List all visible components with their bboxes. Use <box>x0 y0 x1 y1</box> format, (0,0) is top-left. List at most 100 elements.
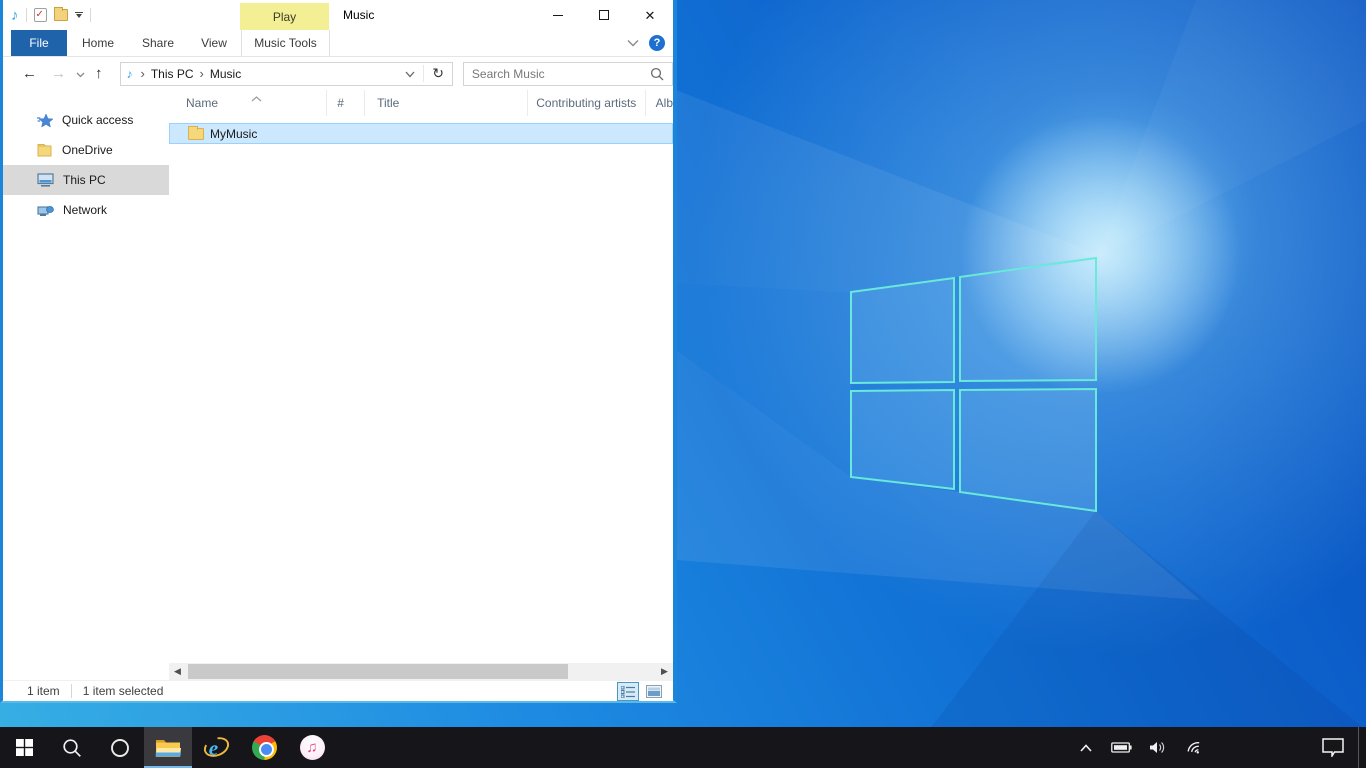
column-label: Name <box>186 96 218 110</box>
sidebar-item-label: OneDrive <box>62 143 113 157</box>
chrome-button[interactable] <box>240 727 288 768</box>
properties-button[interactable] <box>34 8 47 22</box>
file-list-pane: Name # Title Contributing artists <box>169 90 673 680</box>
cortana-button[interactable] <box>96 727 144 768</box>
tab-music-tools[interactable]: Music Tools <box>241 30 330 56</box>
address-dropdown-chevron-icon[interactable] <box>397 67 423 81</box>
details-view-icon <box>621 686 635 698</box>
caption-buttons: ✕ <box>535 0 673 30</box>
breadcrumb-chevron-icon[interactable]: › <box>135 66 151 81</box>
divider <box>26 8 27 22</box>
internet-explorer-button[interactable]: e <box>192 727 240 768</box>
new-folder-button[interactable] <box>54 9 68 21</box>
details-view-button[interactable] <box>617 682 639 701</box>
up-button[interactable]: ↑ <box>88 66 110 81</box>
close-button[interactable]: ✕ <box>627 0 673 30</box>
sidebar-item-onedrive[interactable]: OneDrive <box>3 135 169 165</box>
divider <box>71 684 72 698</box>
column-label: Alb <box>656 96 673 110</box>
column-header-number[interactable]: # <box>327 90 365 116</box>
scroll-left-arrow[interactable]: ◀ <box>169 663 186 680</box>
itunes-icon: ♫ <box>300 735 325 760</box>
navigation-bar: ← → ↑ ♪ › This PC › Music ↻ <box>3 57 673 90</box>
expand-ribbon-chevron-icon[interactable] <box>627 39 639 47</box>
windows-logo-icon <box>16 739 33 756</box>
forward-button[interactable]: → <box>44 66 73 81</box>
address-bar[interactable]: ♪ › This PC › Music ↻ <box>120 62 453 86</box>
tab-view[interactable]: View <box>187 30 241 56</box>
scrollbar-track[interactable] <box>186 663 656 680</box>
tab-file[interactable]: File <box>11 30 67 56</box>
sidebar-item-label: This PC <box>63 173 106 187</box>
battery-icon[interactable] <box>1102 742 1141 753</box>
file-name: MyMusic <box>210 127 257 141</box>
navigation-pane: Quick access OneDrive This PC <box>3 90 169 680</box>
column-label: Contributing artists <box>536 96 636 110</box>
taskbar: e ♫ <box>0 727 1366 768</box>
item-count: 1 item <box>27 684 60 698</box>
help-button[interactable]: ? <box>649 35 665 51</box>
sort-ascending-icon <box>251 91 262 105</box>
system-tray <box>1070 727 1366 768</box>
taskbar-file-explorer-button[interactable] <box>144 727 192 768</box>
volume-icon[interactable] <box>1141 741 1176 754</box>
cortana-ring-icon <box>110 738 130 758</box>
file-row-mymusic[interactable]: MyMusic <box>169 123 673 144</box>
breadcrumb-music[interactable]: Music <box>210 67 241 81</box>
hidden-icons-chevron-icon[interactable] <box>1070 743 1102 753</box>
search-icon[interactable] <box>650 67 672 81</box>
internet-explorer-icon: e <box>203 734 230 761</box>
contextual-tab-group-play[interactable]: Play <box>240 3 329 30</box>
customize-qat-button[interactable] <box>75 12 83 18</box>
quick-access-toolbar: ♪ <box>3 8 91 23</box>
column-header-album[interactable]: Alb <box>646 90 673 116</box>
scrollbar-thumb[interactable] <box>188 664 568 679</box>
sidebar-item-this-pc[interactable]: This PC <box>3 165 169 195</box>
minimize-icon <box>553 15 563 16</box>
column-header-contributing-artists[interactable]: Contributing artists <box>528 90 645 116</box>
start-button[interactable] <box>0 727 48 768</box>
horizontal-scrollbar[interactable]: ◀ ▶ <box>169 663 673 680</box>
main-area: Quick access OneDrive This PC <box>3 90 673 680</box>
file-list: MyMusic <box>169 116 673 144</box>
breadcrumb-this-pc[interactable]: This PC <box>151 67 194 81</box>
maximize-icon <box>599 10 609 20</box>
recent-locations-chevron-icon[interactable] <box>73 67 88 81</box>
window-title: Music <box>343 0 374 30</box>
minimize-button[interactable] <box>535 0 581 30</box>
column-headers: Name # Title Contributing artists <box>169 90 673 116</box>
breadcrumb-chevron-icon[interactable]: › <box>194 66 210 81</box>
search-icon <box>62 738 82 758</box>
refresh-button[interactable]: ↻ <box>423 65 452 82</box>
back-button[interactable]: ← <box>15 66 44 81</box>
itunes-button[interactable]: ♫ <box>288 727 336 768</box>
chrome-icon <box>252 735 277 760</box>
music-note-icon: ♪ <box>11 8 19 23</box>
sidebar-item-quick-access[interactable]: Quick access <box>3 105 169 135</box>
onedrive-folder-icon <box>37 143 53 157</box>
wifi-icon[interactable] <box>1176 740 1212 755</box>
scroll-right-arrow[interactable]: ▶ <box>656 663 673 680</box>
taskbar-search-button[interactable] <box>48 727 96 768</box>
sidebar-item-label: Network <box>63 203 107 217</box>
file-explorer-icon <box>155 737 181 758</box>
action-center-button[interactable] <box>1308 738 1358 757</box>
thumbnail-view-icon <box>646 685 662 698</box>
network-computers-icon <box>37 203 54 217</box>
tab-share[interactable]: Share <box>129 30 187 56</box>
close-icon: ✕ <box>645 9 656 22</box>
column-label: # <box>337 96 344 110</box>
search-box[interactable] <box>463 62 673 86</box>
search-input[interactable] <box>464 67 650 81</box>
folder-icon <box>188 128 204 140</box>
show-desktop-button[interactable] <box>1358 727 1366 768</box>
column-header-name[interactable]: Name <box>169 90 327 116</box>
maximize-button[interactable] <box>581 0 627 30</box>
action-center-icon <box>1322 738 1344 757</box>
column-header-title[interactable]: Title <box>365 90 528 116</box>
large-icons-view-button[interactable] <box>643 682 665 701</box>
tab-home[interactable]: Home <box>67 30 129 56</box>
quick-access-star-icon <box>37 113 53 128</box>
sidebar-item-network[interactable]: Network <box>3 195 169 225</box>
title-bar: ♪ Play Music ✕ <box>3 0 673 30</box>
